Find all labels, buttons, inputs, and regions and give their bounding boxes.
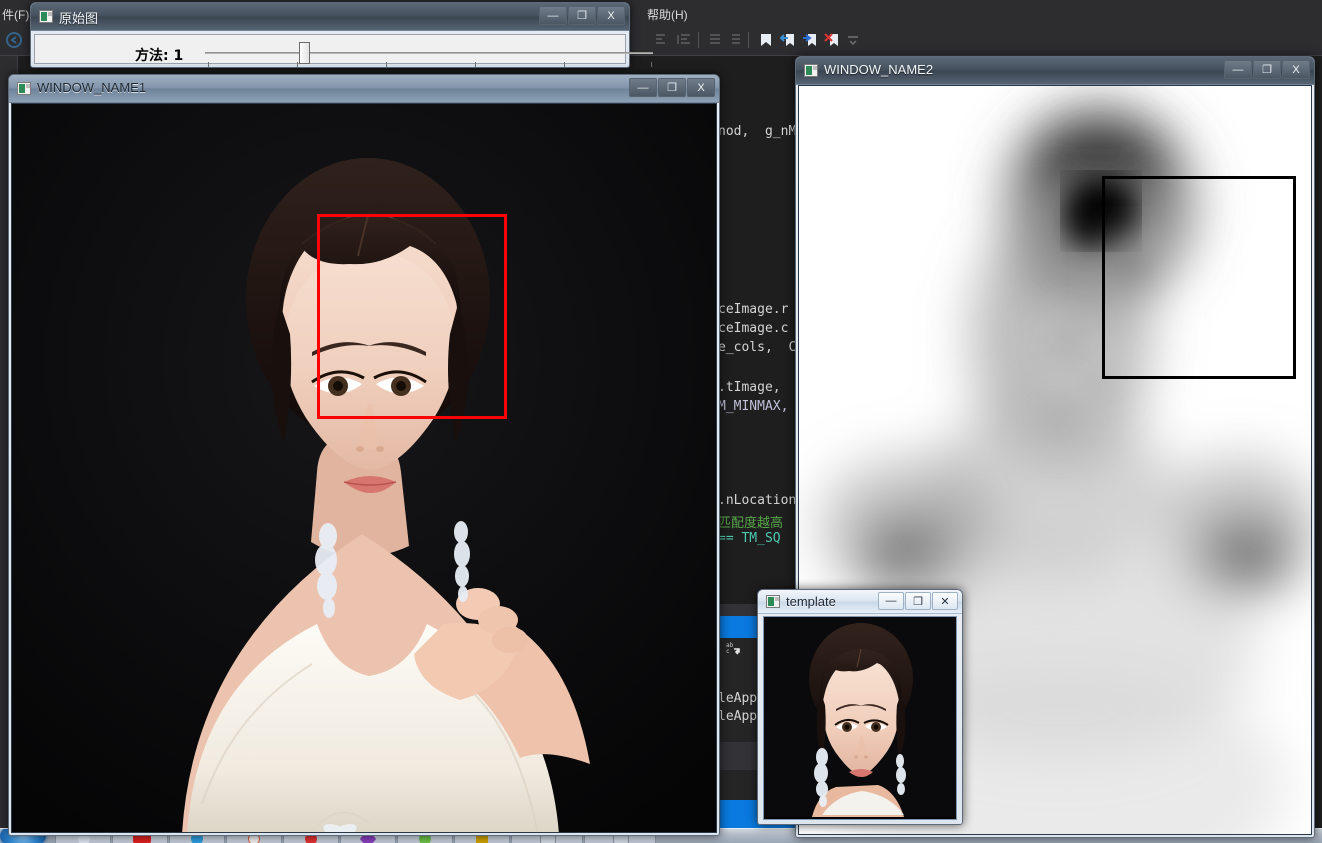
trackbar-tick <box>386 62 387 67</box>
opencv-window-icon <box>39 10 53 23</box>
trackbar-window-buttons: — ❐ X <box>538 6 625 25</box>
bookmark-icon[interactable] <box>758 32 774 48</box>
close-button[interactable]: X <box>1282 60 1310 79</box>
template-window-title: template <box>786 594 836 609</box>
maximize-button[interactable]: ❐ <box>658 78 686 97</box>
code-line: .tImage, <box>718 380 781 395</box>
window-name2-title: WINDOW_NAME2 <box>824 62 934 77</box>
trackbar-window-body: 方法: 1 <box>34 34 653 67</box>
close-button[interactable]: ✕ <box>932 592 958 610</box>
close-button[interactable]: X <box>597 6 625 25</box>
window-name1-title: WINDOW_NAME1 <box>37 80 147 95</box>
maximize-button[interactable]: ❐ <box>905 592 931 610</box>
code-line: nod, g_nMa <box>718 124 805 139</box>
minimize-button[interactable]: — <box>539 6 567 25</box>
template-portrait-render <box>764 617 956 817</box>
trackbar-tick <box>208 62 209 67</box>
opencv-window-icon <box>804 64 818 77</box>
window-name2-buttons: — ❐ X <box>1223 60 1310 79</box>
trackbar-window[interactable]: 原始图 — ❐ X 方法: 1 <box>30 2 653 68</box>
trackbar-tick <box>297 62 298 67</box>
bookmark-clear-icon[interactable] <box>824 32 840 48</box>
menu-help[interactable]: 帮助(H) <box>647 6 688 23</box>
back-arrow-icon[interactable] <box>6 32 22 48</box>
window-name1-buttons: — ❐ X <box>628 78 715 97</box>
code-line: ceImage.r <box>718 302 789 317</box>
window-name1-image-canvas <box>11 103 717 833</box>
match-rectangle-red <box>317 214 507 419</box>
template-window-titlebar[interactable]: template — ❐ ✕ <box>758 590 962 614</box>
opencv-window-icon <box>766 595 780 608</box>
svg-text:c: c <box>726 648 730 655</box>
list-icon[interactable] <box>706 32 722 48</box>
window-name1[interactable]: WINDOW_NAME1 — ❐ X <box>8 74 720 836</box>
minimize-button[interactable]: — <box>1224 60 1252 79</box>
toolbar-separator <box>698 32 699 48</box>
trackbar-window-title: 原始图 <box>59 11 99 26</box>
bookmark-prev-icon[interactable] <box>779 32 796 48</box>
trackbar-label: 方法: 1 <box>135 48 184 64</box>
maximize-button[interactable]: ❐ <box>568 6 596 25</box>
match-rectangle-black <box>1102 176 1296 379</box>
menu-file[interactable]: 件(F) <box>2 6 29 23</box>
trackbar-tick <box>475 62 476 67</box>
window-name2-titlebar[interactable]: WINDOW_NAME2 — ❐ X <box>796 57 1314 85</box>
align-indent-icon[interactable] <box>676 32 692 48</box>
window-name1-titlebar[interactable]: WINDOW_NAME1 — ❐ X <box>9 75 719 103</box>
toolbar-separator-2 <box>748 32 749 48</box>
trackbar-thumb[interactable] <box>299 42 310 64</box>
bookmark-next-icon[interactable] <box>802 32 818 48</box>
code-line: ceImage.c <box>718 321 789 336</box>
code-line-comment: 匹配度越高 <box>718 516 784 531</box>
template-window[interactable]: template — ❐ ✕ <box>757 589 963 825</box>
maximize-button[interactable]: ❐ <box>1253 60 1281 79</box>
trackbar-tick <box>564 62 565 67</box>
opencv-window-icon <box>17 82 31 95</box>
template-window-buttons: — ❐ ✕ <box>877 592 958 610</box>
code-line: .nLocation <box>718 493 797 508</box>
close-button[interactable]: X <box>687 78 715 97</box>
replace-abc-icon[interactable]: ab c <box>726 640 742 656</box>
overflow-chevron-icon[interactable] <box>845 32 861 48</box>
code-line: M_MINMAX, <box>718 399 789 414</box>
trackbar-tick <box>651 62 652 67</box>
screen: 件(F) 帮助(H) ab c nod, g_nMa ceImage.r ceI… <box>0 0 1322 843</box>
list-numbered-icon[interactable] <box>726 32 742 48</box>
minimize-button[interactable]: — <box>878 592 904 610</box>
align-left-icon[interactable] <box>654 32 670 48</box>
minimize-button[interactable]: — <box>629 78 657 97</box>
code-line: == TM_SQ <box>718 531 781 546</box>
trackbar-window-titlebar[interactable]: 原始图 — ❐ X <box>31 3 629 31</box>
template-image-canvas <box>763 616 957 820</box>
trackbar-track[interactable] <box>205 52 653 54</box>
code-line: e_cols, C <box>718 340 797 355</box>
